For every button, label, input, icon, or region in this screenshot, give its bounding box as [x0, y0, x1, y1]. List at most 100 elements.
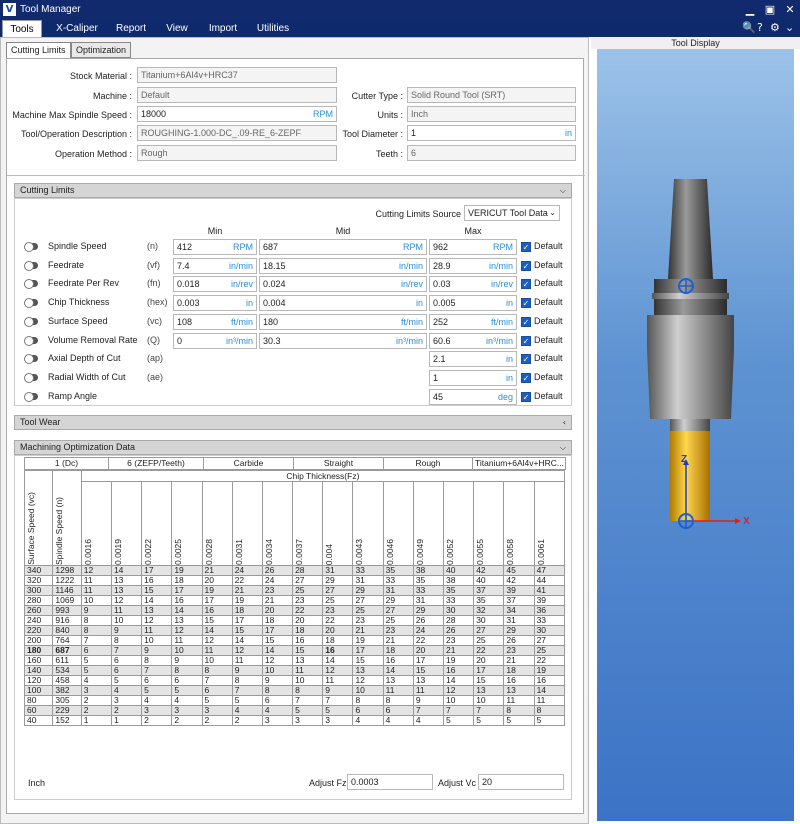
help-icon[interactable]: ? — [757, 21, 763, 34]
menu-x-caliper[interactable]: X-Caliper — [52, 20, 102, 37]
table-row[interactable]: 340 1298 12 14 17 19 21 24 26 28 31 33 35 38 40 42 45 47 — [23, 565, 566, 576]
mid-field[interactable]: 687 RPM — [259, 239, 427, 255]
chevron-down-icon[interactable]: ⌵ — [560, 441, 566, 454]
max-field[interactable]: 1 in — [429, 370, 517, 386]
tool-viewport[interactable]: Z X — [597, 49, 794, 821]
min-field[interactable]: 0.003 in — [173, 295, 257, 311]
mid-field[interactable]: 180 ft/min — [259, 314, 427, 330]
row-toggle[interactable] — [24, 336, 38, 346]
default-checkbox[interactable]: ✓ — [521, 392, 531, 402]
mid-field[interactable]: 0.004 in — [259, 295, 427, 311]
max-field[interactable]: 0.005 in — [429, 295, 517, 311]
adjust-fz-field[interactable]: 0.0003 — [347, 774, 433, 790]
min-field[interactable]: 412 RPM — [173, 239, 257, 255]
min-unit: in — [245, 298, 253, 308]
menu-utilities[interactable]: Utilities — [252, 20, 294, 37]
table-row[interactable]: 180 687 6 7 9 10 11 12 14 15 16 17 18 20 21 22 23 25 — [23, 645, 566, 656]
maximize-icon[interactable]: ▣ — [762, 2, 778, 18]
max-field[interactable]: 45 deg — [429, 389, 517, 405]
row-toggle[interactable] — [24, 279, 38, 289]
menu-report[interactable]: Report — [111, 20, 151, 37]
max-field[interactable]: 252 ft/min — [429, 314, 517, 330]
table-row[interactable]: 120 458 4 5 6 6 7 8 9 10 11 12 13 13 14 15 16 16 — [23, 675, 566, 686]
max-field[interactable]: 0.03 in/rev — [429, 276, 517, 292]
adjust-fz-value: 0.0003 — [351, 777, 379, 787]
spindle-field[interactable]: 18000 RPM — [137, 106, 337, 122]
table-row[interactable]: 260 993 9 11 13 14 16 18 20 22 23 25 27 29 30 32 34 36 — [23, 605, 566, 616]
tab-cutting-limits[interactable]: Cutting Limits — [6, 42, 71, 58]
min-field[interactable]: 7.4 in/min — [173, 258, 257, 274]
mid-field[interactable]: 0.024 in/rev — [259, 276, 427, 292]
max-field[interactable]: 28.9 in/min — [429, 258, 517, 274]
table-row[interactable]: 160 611 5 6 8 9 10 11 12 13 14 15 16 17 19 20 21 22 — [23, 655, 566, 666]
table-row[interactable]: 320 1222 11 13 16 18 20 22 24 27 29 31 33 35 38 40 42 44 — [23, 575, 566, 586]
table-row[interactable]: 240 916 8 10 12 13 15 17 18 20 22 23 25 26 28 30 31 33 — [23, 615, 566, 626]
table-row[interactable]: 40 152 1 1 2 2 2 2 3 3 3 4 4 4 5 5 5 5 — [23, 715, 566, 726]
chevron-down-icon[interactable]: ⌵ — [560, 184, 566, 197]
minimize-icon[interactable]: ▁ — [742, 2, 758, 18]
row-toggle[interactable] — [24, 317, 38, 327]
table-row[interactable]: 220 840 8 9 11 12 14 15 17 18 20 21 23 24 26 27 29 30 — [23, 625, 566, 636]
default-checkbox[interactable]: ✓ — [521, 354, 531, 364]
feed-cell: 23 — [352, 615, 384, 626]
menu-view[interactable]: View — [160, 20, 194, 37]
table-row[interactable]: 140 534 5 6 7 8 8 9 10 11 12 13 14 15 16 17 18 19 — [23, 665, 566, 676]
feed-cell: 16 — [382, 655, 414, 666]
default-checkbox[interactable]: ✓ — [521, 298, 531, 308]
row-toggle[interactable] — [24, 298, 38, 308]
table-row[interactable]: 300 1146 11 13 15 17 19 21 23 25 27 29 31 33 35 37 39 41 — [23, 585, 566, 596]
feed-cell: 14 — [201, 625, 233, 636]
gear-icon[interactable]: ⚙ — [770, 21, 780, 34]
mid-field[interactable]: 18.15 in/min — [259, 258, 427, 274]
min-field[interactable]: 108 ft/min — [173, 314, 257, 330]
default-label: Default — [534, 260, 563, 270]
feed-cell: 20 — [473, 655, 505, 666]
feed-cell: 19 — [171, 565, 203, 576]
menu-import[interactable]: Import — [203, 20, 243, 37]
fz-header: 0.0031 — [233, 539, 244, 565]
search-icon[interactable]: 🔍 — [742, 21, 756, 34]
min-field[interactable]: 0.018 in/rev — [173, 276, 257, 292]
diameter-field[interactable]: 1 in — [407, 125, 576, 141]
max-field[interactable]: 962 RPM — [429, 239, 517, 255]
default-checkbox[interactable]: ✓ — [521, 336, 531, 346]
default-checkbox[interactable]: ✓ — [521, 261, 531, 271]
cutting-limits-header[interactable]: Cutting Limits ⌵ — [14, 183, 572, 198]
feed-cell: 13 — [503, 685, 535, 696]
feed-cell: 2 — [171, 715, 203, 726]
chevron-down-icon[interactable]: ⌄ — [785, 21, 794, 34]
table-row[interactable]: 100 382 3 4 5 5 6 7 8 8 9 10 11 11 12 13 13 14 — [23, 685, 566, 696]
default-checkbox[interactable]: ✓ — [521, 373, 531, 383]
max-unit: ft/min — [490, 317, 513, 327]
tool-wear-header[interactable]: Tool Wear ‹ — [14, 415, 572, 430]
min-field[interactable]: 0 in³/min — [173, 333, 257, 349]
max-field[interactable]: 2.1 in — [429, 351, 517, 367]
feed-cell: 4 — [171, 695, 203, 706]
table-row[interactable]: 280 1069 10 12 14 16 17 19 21 23 25 27 29 31 33 35 37 39 — [23, 595, 566, 606]
row-toggle[interactable] — [24, 373, 38, 383]
default-checkbox[interactable]: ✓ — [521, 279, 531, 289]
col-min: Min — [207, 226, 223, 236]
mid-field[interactable]: 30.3 in³/min — [259, 333, 427, 349]
mod-header[interactable]: Machining Optimization Data ⌵ — [14, 440, 572, 455]
max-field[interactable]: 60.6 in³/min — [429, 333, 517, 349]
table-row[interactable]: 200 764 7 8 10 11 12 14 15 16 18 19 21 22 23 25 26 27 — [23, 635, 566, 646]
row-toggle[interactable] — [24, 392, 38, 402]
default-checkbox[interactable]: ✓ — [521, 317, 531, 327]
menu-tools[interactable]: Tools — [2, 20, 42, 37]
feed-cell: 20 — [292, 615, 324, 626]
row-toggle[interactable] — [24, 354, 38, 364]
row-toggle[interactable] — [24, 242, 38, 252]
table-row[interactable]: 60 229 2 2 3 3 3 4 4 5 5 6 6 7 7 7 8 8 — [23, 705, 566, 716]
chevron-left-icon[interactable]: ‹ — [563, 416, 566, 429]
default-checkbox[interactable]: ✓ — [521, 242, 531, 252]
tab-optimization[interactable]: Optimization — [71, 42, 132, 58]
mid-value: 0.004 — [263, 298, 286, 308]
adjust-vc-field[interactable]: 20 — [478, 774, 564, 790]
feed-cell: 11 — [503, 695, 535, 706]
close-icon[interactable]: ✕ — [782, 2, 798, 18]
source-select[interactable]: VERICUT Tool Data ⌄ — [464, 205, 560, 221]
table-row[interactable]: 80 305 2 3 4 4 5 5 6 7 7 8 8 9 10 10 11 11 — [23, 695, 566, 706]
feed-cell: 37 — [503, 595, 535, 606]
row-toggle[interactable] — [24, 261, 38, 271]
